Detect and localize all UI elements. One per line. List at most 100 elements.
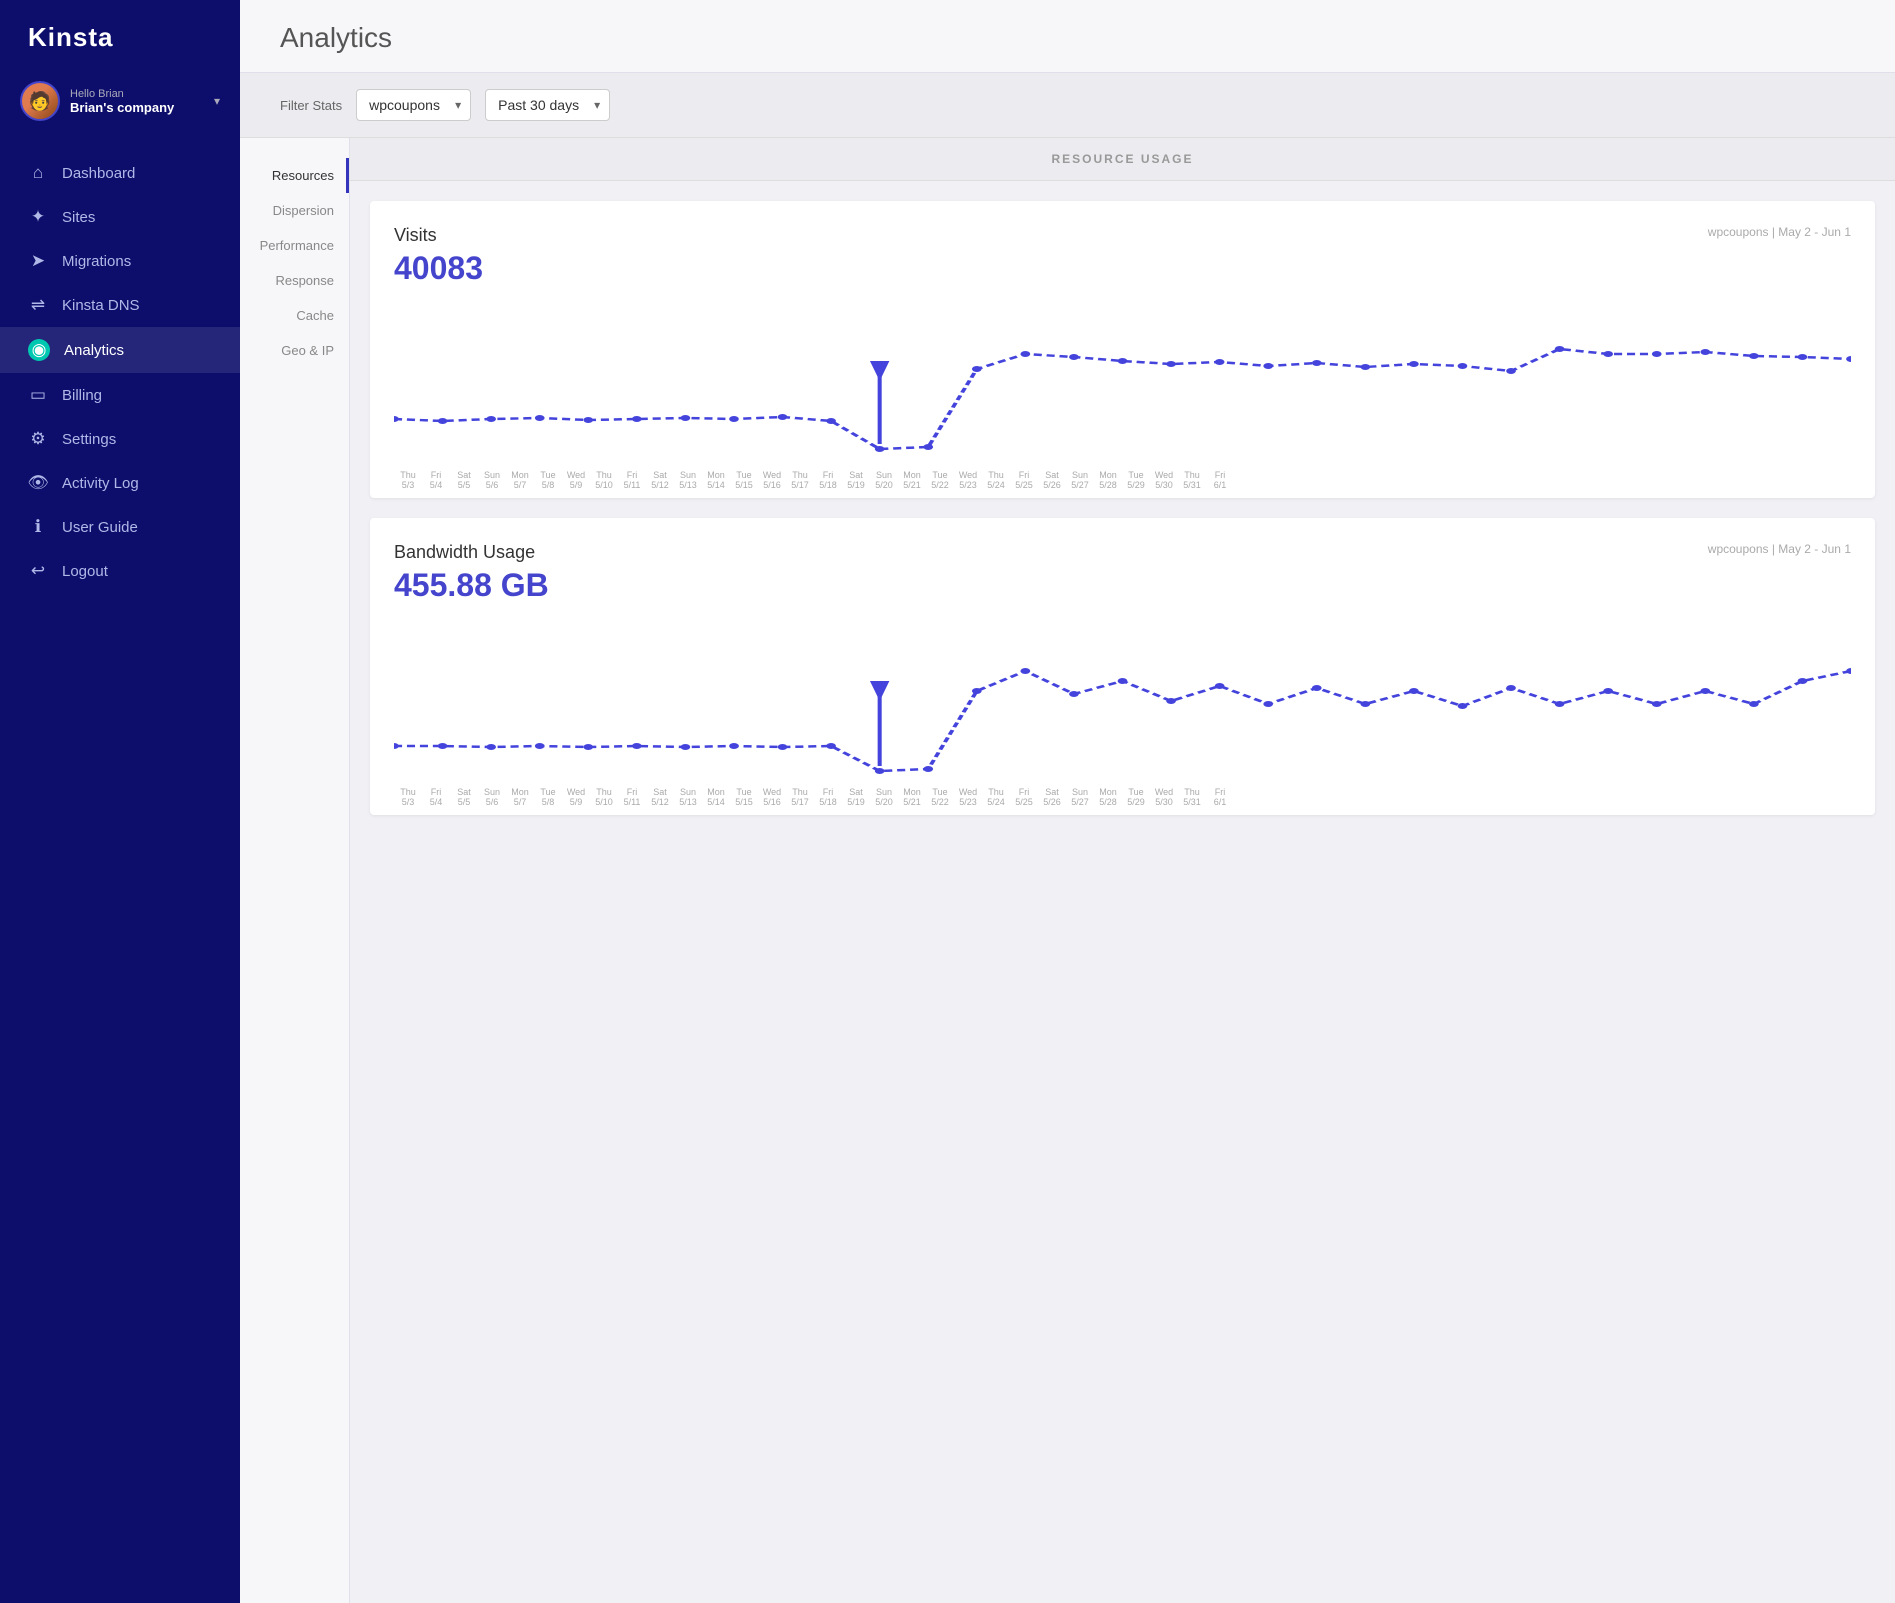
x-label: Thu5/10 [590,787,618,807]
visits-x-axis: Thu5/3Fri5/4Sat5/5Sun5/6Mon5/7Tue5/8Wed5… [394,464,1851,498]
visits-chart-card: Visits wpcoupons | May 2 - Jun 1 40083 .… [370,201,1875,498]
x-label: Tue5/15 [730,787,758,807]
x-label: Fri6/1 [1206,787,1234,807]
sidebar: Kinsta 🧑 Hello Brian Brian's company ▾ ⌂… [0,0,240,1603]
analytics-icon: ◉ [28,339,50,361]
sidebar-item-label-user-guide: User Guide [62,519,138,536]
sidebar-item-dashboard[interactable]: ⌂Dashboard [0,151,240,195]
charts-area: RESOURCE USAGE Visits wpcoupons | May 2 … [350,138,1895,1603]
sidebar-item-analytics[interactable]: ◉Analytics [0,327,240,373]
x-label: Thu5/31 [1178,470,1206,490]
visits-title: Visits [394,225,437,246]
page-title: Analytics [280,22,1855,54]
resource-usage-header: RESOURCE USAGE [350,138,1895,181]
sidebar-item-label-billing: Billing [62,387,102,404]
x-label: Fri6/1 [1206,470,1234,490]
x-label: Fri5/25 [1010,470,1038,490]
x-label: Fri5/11 [618,470,646,490]
x-label: Wed5/30 [1150,787,1178,807]
x-label: Tue5/29 [1122,787,1150,807]
sub-nav-item-response[interactable]: Response [240,263,349,298]
visits-chart-header: Visits wpcoupons | May 2 - Jun 1 [394,225,1851,246]
bandwidth-meta: wpcoupons | May 2 - Jun 1 [1708,542,1851,556]
visits-value: 40083 [394,250,1851,287]
x-label: Sun5/6 [478,787,506,807]
x-label: Mon5/28 [1094,787,1122,807]
bandwidth-title: Bandwidth Usage [394,542,535,563]
period-select[interactable]: Past 30 daysPast 7 daysPast 60 days [485,89,610,121]
user-guide-icon: ℹ [28,517,48,537]
settings-icon: ⚙ [28,429,48,449]
filter-bar: Filter Stats wpcoupons Past 30 daysPast … [240,73,1895,138]
x-label: Mon5/7 [506,787,534,807]
x-label: Sat5/12 [646,787,674,807]
x-label: Thu5/24 [982,787,1010,807]
x-label: Sun5/27 [1066,470,1094,490]
sidebar-item-settings[interactable]: ⚙Settings [0,417,240,461]
page-header: Analytics [240,0,1895,73]
migrations-icon: ➤ [28,251,48,271]
content-area: ResourcesDispersionPerformanceResponseCa… [240,138,1895,1603]
user-info: Hello Brian Brian's company [70,88,204,115]
period-select-wrapper: Past 30 daysPast 7 daysPast 60 days [485,89,610,121]
sub-nav-item-cache[interactable]: Cache [240,298,349,333]
sidebar-item-user-guide[interactable]: ℹ User Guide [0,505,240,549]
user-chevron-icon: ▾ [214,94,220,108]
sub-nav-item-performance[interactable]: Performance [240,228,349,263]
x-label: Wed5/30 [1150,470,1178,490]
x-label: Fri5/18 [814,787,842,807]
x-label: Sun5/27 [1066,787,1094,807]
bandwidth-value: 455.88 GB [394,567,1851,604]
x-label: Fri5/4 [422,470,450,490]
user-hello: Hello Brian [70,88,204,100]
kinsta-dns-icon: ⇌ [28,295,48,315]
activity-log-icon: 👁 [28,473,48,493]
billing-icon: ▭ [28,385,48,405]
sidebar-item-kinsta-dns[interactable]: ⇌ Kinsta DNS [0,283,240,327]
x-label: Tue5/29 [1122,470,1150,490]
x-label: Sun5/20 [870,787,898,807]
sidebar-item-label-sites: Sites [62,209,95,226]
sub-nav-item-dispersion[interactable]: Dispersion [240,193,349,228]
sidebar-item-label-logout: Logout [62,563,108,580]
visits-chart-svg: .line1 { fill: none; stroke: #4444dd; st… [394,299,1851,464]
avatar: 🧑 [20,81,60,121]
sidebar-item-label-activity-log: Activity Log [62,475,139,492]
bandwidth-chart-card: Bandwidth Usage wpcoupons | May 2 - Jun … [370,518,1875,815]
x-label: Tue5/15 [730,470,758,490]
x-label: Thu5/24 [982,470,1010,490]
sidebar-item-migrations[interactable]: ➤Migrations [0,239,240,283]
visits-meta: wpcoupons | May 2 - Jun 1 [1708,225,1851,239]
x-label: Thu5/10 [590,470,618,490]
x-label: Sat5/19 [842,470,870,490]
sub-nav-item-geo-ip[interactable]: Geo & IP [240,333,349,368]
x-label: Fri5/4 [422,787,450,807]
x-label: Fri5/25 [1010,787,1038,807]
dashboard-icon: ⌂ [28,163,48,183]
x-label: Sat5/5 [450,470,478,490]
x-label: Thu5/17 [786,470,814,490]
bandwidth-chart-header: Bandwidth Usage wpcoupons | May 2 - Jun … [394,542,1851,563]
x-label: Thu5/17 [786,787,814,807]
x-label: Mon5/14 [702,787,730,807]
logout-icon: ↩ [28,561,48,581]
sidebar-item-activity-log[interactable]: 👁 Activity Log [0,461,240,505]
user-profile[interactable]: 🧑 Hello Brian Brian's company ▾ [0,71,240,141]
x-label: Tue5/22 [926,787,954,807]
x-label: Sat5/19 [842,787,870,807]
logo: Kinsta [0,0,240,71]
x-label: Wed5/9 [562,787,590,807]
bandwidth-chart-svg [394,616,1851,781]
sub-nav-item-resources[interactable]: Resources [240,158,349,193]
x-label: Wed5/23 [954,470,982,490]
sidebar-item-logout[interactable]: ↩ Logout [0,549,240,593]
sidebar-item-label-kinsta-dns: Kinsta DNS [62,297,140,314]
sidebar-item-sites[interactable]: ✦Sites [0,195,240,239]
x-label: Sun5/20 [870,470,898,490]
site-select[interactable]: wpcoupons [356,89,471,121]
x-label: Mon5/21 [898,470,926,490]
site-select-wrapper: wpcoupons [356,89,471,121]
x-label: Fri5/11 [618,787,646,807]
x-label: Tue5/8 [534,787,562,807]
sidebar-item-billing[interactable]: ▭ Billing [0,373,240,417]
